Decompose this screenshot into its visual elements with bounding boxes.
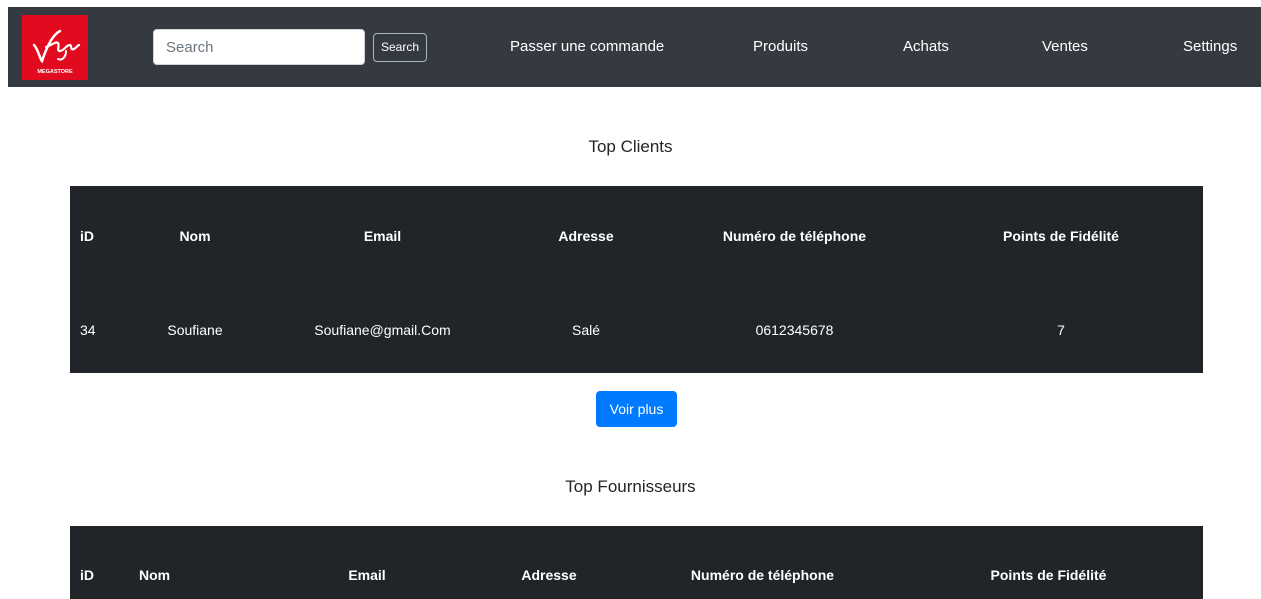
cell-points: 7 xyxy=(1057,321,1065,338)
column-header-id: iD xyxy=(80,228,94,244)
column-header-id: iD xyxy=(80,567,94,583)
top-clients-title: Top Clients xyxy=(588,137,673,156)
column-header-adresse: Adresse xyxy=(521,567,577,583)
virgin-megastore-logo[interactable]: MEGASTORE xyxy=(22,15,88,80)
virgin-logo-icon: MEGASTORE xyxy=(32,29,81,75)
navbar: MEGASTORE Search Passer une commande Pro… xyxy=(8,7,1261,87)
nav-link-ventes[interactable]: Ventes xyxy=(1042,38,1088,56)
column-header-email: Email xyxy=(348,567,386,583)
column-header-telephone: Numéro de téléphone xyxy=(690,567,835,583)
column-header-adresse: Adresse xyxy=(558,228,614,244)
column-header-nom: Nom xyxy=(139,567,171,583)
column-header-nom: Nom xyxy=(179,228,211,244)
table-row: 34 Soufiane Soufiane@gmail.Com Salé 0612… xyxy=(70,286,1203,373)
cell-telephone: 0612345678 xyxy=(755,321,834,338)
nav-link-passer-une-commande[interactable]: Passer une commande xyxy=(510,38,664,56)
voir-plus-button[interactable]: Voir plus xyxy=(596,391,677,427)
top-fournisseurs-table: iD Nom Email Adresse Numéro de téléphone… xyxy=(70,526,1203,599)
nav-link-achats[interactable]: Achats xyxy=(903,38,949,56)
cell-nom: Soufiane xyxy=(167,321,223,338)
top-clients-table: iD Nom Email Adresse Numéro de téléphone… xyxy=(70,186,1203,373)
column-header-points: Points de Fidélité xyxy=(1003,228,1119,244)
table-header-row: iD Nom Email Adresse Numéro de téléphone… xyxy=(70,526,1203,599)
top-fournisseurs-title: Top Fournisseurs xyxy=(565,477,696,496)
search-input[interactable] xyxy=(153,29,365,65)
column-header-email: Email xyxy=(363,228,402,244)
column-header-telephone: Numéro de téléphone xyxy=(722,228,867,244)
cell-id: 34 xyxy=(80,321,96,338)
search-button[interactable]: Search xyxy=(373,33,427,62)
nav-link-produits[interactable]: Produits xyxy=(753,38,808,56)
column-header-points: Points de Fidélité xyxy=(990,567,1107,583)
nav-link-settings[interactable]: Settings xyxy=(1183,38,1237,56)
logo-subtext: MEGASTORE xyxy=(37,69,73,75)
cell-email: Soufiane@gmail.Com xyxy=(314,321,451,338)
table-header-row: iD Nom Email Adresse Numéro de téléphone… xyxy=(70,186,1203,286)
cell-adresse: Salé xyxy=(571,321,601,338)
